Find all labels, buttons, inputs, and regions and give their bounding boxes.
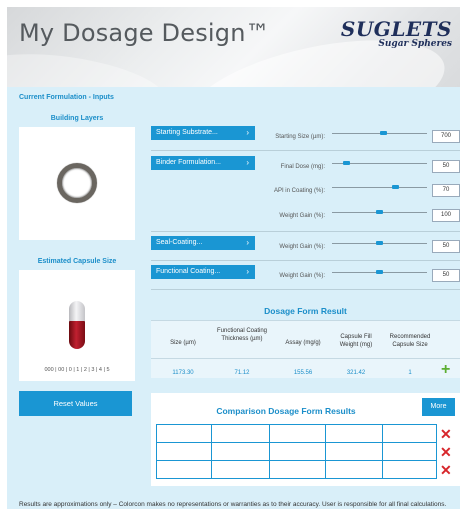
grid-line (436, 424, 437, 479)
functional-coating-label: Functional Coating... (156, 268, 221, 275)
app-title: My Dosage Design™ (19, 19, 270, 47)
brand-logo: SUGLETS Sugar Spheres (341, 17, 452, 49)
capsule-size-title: Estimated Capsule Size (37, 258, 117, 265)
remove-row-icon[interactable]: ✕ (440, 427, 452, 441)
divider (151, 358, 460, 359)
slider-thumb[interactable] (376, 270, 383, 274)
result-coating-thickness: 71.12 (234, 370, 250, 376)
starting-size-label: Starting Size (µm): (275, 134, 325, 140)
result-assay: 155.56 (293, 370, 313, 376)
comparison-title: Comparison Dosage Form Results (216, 406, 356, 416)
binder-formulation-label: Binder Formulation... (156, 159, 221, 166)
result-fill-weight: 321.42 (346, 370, 366, 376)
grid-line (382, 424, 383, 479)
slider-thumb[interactable] (343, 161, 350, 165)
slider-thumb[interactable] (376, 241, 383, 245)
divider (151, 260, 460, 261)
more-button[interactable]: More (422, 398, 455, 416)
grid-line (269, 424, 270, 479)
api-coating-label: API in Coating (%): (273, 188, 325, 194)
seal-weight-gain-slider[interactable] (332, 239, 427, 249)
building-layers-title: Building Layers (50, 115, 104, 122)
functional-weight-gain-input[interactable]: 50 (432, 269, 460, 282)
seal-weight-gain-label: Weight Gain (%): (279, 244, 325, 250)
header-banner: My Dosage Design™ SUGLETS Sugar Spheres (7, 7, 460, 87)
disclaimer-text: Results are approximations only – Colorc… (19, 501, 447, 508)
grid-line (156, 442, 436, 443)
layered-sphere-icon (57, 163, 97, 203)
functional-weight-gain-label: Weight Gain (%): (279, 273, 325, 279)
grid-line (156, 424, 436, 425)
slider-thumb[interactable] (392, 185, 399, 189)
grid-line (156, 478, 436, 479)
final-dose-slider[interactable] (332, 159, 427, 169)
building-layers-view (19, 127, 135, 240)
binder-weight-gain-label: Weight Gain (%): (279, 213, 325, 219)
column-header: Recommended Capsule Size (389, 334, 431, 348)
reset-values-button[interactable]: Reset Values (19, 391, 132, 416)
api-coating-input[interactable]: 70 (432, 184, 460, 197)
column-header: Capsule Fill Weight (mg) (339, 334, 373, 348)
result-size: 1173.30 (172, 370, 194, 376)
add-to-comparison-icon[interactable]: + (441, 362, 450, 378)
binder-weight-gain-slider[interactable] (332, 208, 427, 218)
remove-row-icon[interactable]: ✕ (440, 445, 452, 459)
grid-line (156, 460, 436, 461)
divider (151, 320, 460, 321)
section-label: Current Formulation - Inputs (19, 94, 114, 101)
column-header: Size (µm) (170, 340, 196, 346)
main-panel: Current Formulation - Inputs Building La… (7, 87, 460, 509)
background-swirl (7, 43, 171, 87)
capsule-size-scale: 000 | 00 | 0 | 1 | 2 | 3 | 4 | 5 (44, 367, 110, 373)
divider (151, 289, 460, 290)
slider-thumb[interactable] (380, 131, 387, 135)
capsule-size-view: 000 | 00 | 0 | 1 | 2 | 3 | 4 | 5 (19, 270, 135, 381)
grid-line (211, 424, 212, 479)
final-dose-label: Final Dose (mg): (280, 164, 325, 170)
capsule-icon (69, 301, 85, 349)
functional-weight-gain-slider[interactable] (332, 268, 427, 278)
starting-substrate-label: Starting Substrate... (156, 129, 218, 136)
remove-row-icon[interactable]: ✕ (440, 463, 452, 477)
brand-name: SUGLETS (340, 17, 452, 41)
seal-weight-gain-input[interactable]: 50 (432, 240, 460, 253)
result-capsule-size: 1 (408, 370, 412, 376)
divider (151, 150, 460, 151)
column-header: Functional Coating Thickness (µm) (216, 328, 268, 342)
starting-size-slider[interactable] (332, 129, 427, 139)
api-coating-slider[interactable] (332, 183, 427, 193)
results-table: Size (µm) Functional Coating Thickness (… (151, 320, 460, 378)
column-header: Assay (mg/g) (285, 340, 321, 346)
comparison-panel: Comparison Dosage Form Results More ✕ ✕ … (151, 393, 460, 486)
grid-line (156, 424, 157, 479)
starting-size-input[interactable]: 700 (432, 130, 460, 143)
slider-thumb[interactable] (376, 210, 383, 214)
binder-weight-gain-input[interactable]: 100 (432, 209, 460, 222)
grid-line (325, 424, 326, 479)
final-dose-input[interactable]: 50 (432, 160, 460, 173)
dosage-form-result-title: Dosage Form Result (264, 306, 347, 316)
divider (151, 231, 460, 232)
seal-coating-label: Seal-Coating... (156, 239, 203, 246)
